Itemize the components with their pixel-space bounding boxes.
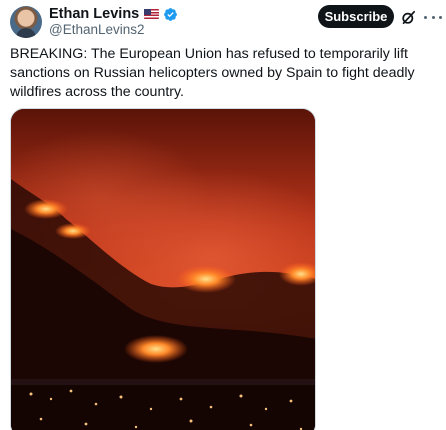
tweet-text: BREAKING: The European Union has refused…: [10, 46, 415, 100]
media-video-thumbnail[interactable]: [10, 108, 316, 430]
avatar[interactable]: [10, 6, 42, 38]
display-name[interactable]: Ethan Levins: [49, 6, 139, 22]
wildfire-image: [11, 109, 315, 430]
us-flag-icon: [144, 9, 160, 19]
author-handle[interactable]: @EthanLevins2: [49, 22, 145, 37]
verified-badge-icon: [164, 7, 178, 21]
grok-icon[interactable]: [400, 9, 417, 26]
subscribe-button[interactable]: Subscribe: [318, 5, 394, 28]
more-options-icon[interactable]: [424, 9, 442, 26]
author-name-row: Ethan Levins: [49, 5, 178, 23]
